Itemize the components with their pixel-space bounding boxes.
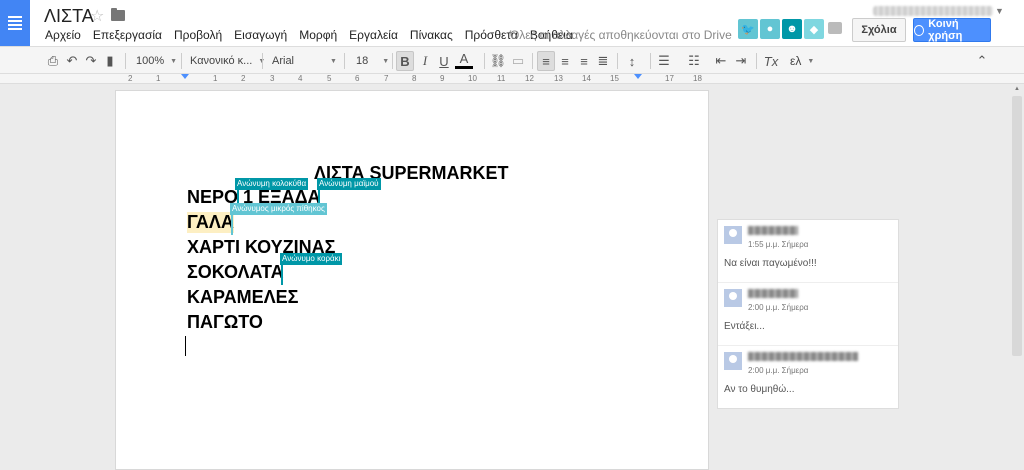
numbered-list-icon[interactable]: ☰ xyxy=(655,51,673,71)
comment-time: 1:55 μ.μ. Σήμερα xyxy=(748,240,809,249)
style-select[interactable]: Κανονικό κ...▼ xyxy=(190,51,265,71)
comments-button[interactable]: Σχόλια xyxy=(852,18,906,42)
align-left-icon[interactable]: ≡ xyxy=(537,51,555,71)
link-icon[interactable]: ⛓ xyxy=(489,51,507,71)
comment-thread[interactable]: 2:00 μ.μ. Σήμερα Εντάξει... xyxy=(718,283,898,346)
document-line[interactable]: ΓΑΛΑ xyxy=(187,212,234,233)
docs-home-icon[interactable] xyxy=(0,0,30,46)
chevron-down-icon[interactable]: ▼ xyxy=(995,6,1004,16)
comment-time: 2:00 μ.μ. Σήμερα xyxy=(748,303,809,312)
save-status[interactable]: Όλες οι αλλαγές αποθηκεύονται στο Drive xyxy=(510,28,732,42)
comment-author xyxy=(748,352,858,361)
menu-view[interactable]: Προβολή xyxy=(174,28,222,42)
avatar xyxy=(724,226,742,244)
comment-text: Να είναι παγωμένο!!! xyxy=(724,258,817,269)
top-bar: ΛΙΣΤΑ ☆ Αρχείο Επεξεργασία Προβολή Εισαγ… xyxy=(0,0,1024,46)
right-indent-marker[interactable] xyxy=(634,74,642,79)
undo-icon[interactable]: ↶ xyxy=(63,51,81,71)
document-line[interactable]: ΣΟΚΟΛΑΤΑ xyxy=(187,262,284,283)
document-line[interactable]: ΠΑΓΩΤΟ xyxy=(187,312,263,333)
decrease-indent-icon[interactable]: ⇤ xyxy=(712,51,730,71)
font-select[interactable]: Arial ▼ xyxy=(272,51,337,71)
collaborator-flag: Ανώνυμος μικρός πίθηκος xyxy=(230,203,327,215)
comment-icon[interactable]: ▭ xyxy=(509,51,527,71)
collaborator-flag: Ανώνυμο κοράκι xyxy=(280,253,343,265)
bulleted-list-icon[interactable]: ☷ xyxy=(685,51,703,71)
align-justify-icon[interactable]: ≣ xyxy=(594,51,612,71)
comment-author xyxy=(748,226,798,235)
underline-button[interactable]: U xyxy=(435,51,453,71)
align-right-icon[interactable]: ≡ xyxy=(575,51,593,71)
folder-icon[interactable] xyxy=(111,8,125,21)
chat-icon[interactable] xyxy=(828,22,842,34)
user-account[interactable] xyxy=(873,6,993,16)
collaborator-flag: Ανώνυμη μαϊμού xyxy=(317,178,381,190)
ruler[interactable]: 2 1 1 2 3 4 5 6 7 8 9 10 11 12 13 14 15 … xyxy=(0,74,1024,84)
input-tools-select[interactable]: ελ ▼ xyxy=(790,51,814,71)
menu-edit[interactable]: Επεξεργασία xyxy=(93,28,162,42)
bold-button[interactable]: B xyxy=(396,51,414,71)
menu-tools[interactable]: Εργαλεία xyxy=(349,28,398,42)
collaborator-cursor xyxy=(231,213,233,235)
text-color-button[interactable]: A xyxy=(455,51,473,69)
comments-panel: 1:55 μ.μ. Σήμερα Να είναι παγωμένο!!! 2:… xyxy=(717,219,899,409)
zoom-select[interactable]: 100% ▼ xyxy=(136,51,177,71)
menu-bar: Αρχείο Επεξεργασία Προβολή Εισαγωγή Μορφ… xyxy=(45,28,585,42)
comment-time: 2:00 μ.μ. Σήμερα xyxy=(748,366,809,375)
comment-thread[interactable]: 2:00 μ.μ. Σήμερα Αν το θυμηθώ... xyxy=(718,346,898,409)
star-icon[interactable]: ☆ xyxy=(90,6,104,26)
paint-format-icon[interactable]: ▮ xyxy=(101,51,119,71)
indent-marker[interactable] xyxy=(181,74,189,79)
document-title[interactable]: ΛΙΣΤΑ xyxy=(44,6,94,27)
scrollbar[interactable] xyxy=(1012,96,1022,356)
comment-text: Αν το θυμηθώ... xyxy=(724,384,795,395)
clear-formatting-icon[interactable]: Tx xyxy=(762,51,780,71)
align-center-icon[interactable]: ≡ xyxy=(556,51,574,71)
collaborator-avatars: 🐦 ● ☻ ◆ xyxy=(738,19,824,39)
share-label: Κοινή χρήση xyxy=(928,18,963,42)
bird-icon[interactable]: 🐦 xyxy=(738,19,758,39)
font-size-select[interactable]: 18 ▼ xyxy=(356,51,389,71)
collapse-menu-icon[interactable]: ⌃ xyxy=(973,51,991,71)
avatar xyxy=(724,352,742,370)
collaborator-flag: Ανώνυμη κολοκύθα xyxy=(235,178,309,190)
monkey-icon[interactable]: ☻ xyxy=(782,19,802,39)
redo-icon[interactable]: ↷ xyxy=(82,51,100,71)
increase-indent-icon[interactable]: ⇥ xyxy=(732,51,750,71)
avatar xyxy=(724,289,742,307)
document-line[interactable]: ΚΑΡΑΜΕΛΕΣ xyxy=(187,287,298,308)
dolphin-icon[interactable]: ● xyxy=(760,19,780,39)
menu-table[interactable]: Πίνακας xyxy=(410,28,453,42)
text-cursor xyxy=(185,336,186,356)
menu-file[interactable]: Αρχείο xyxy=(45,28,81,42)
comment-thread[interactable]: 1:55 μ.μ. Σήμερα Να είναι παγωμένο!!! xyxy=(718,220,898,283)
toolbar: ⎙ ↶ ↷ ▮ 100%▼ Κανονικό κ...▼ Arial▼ 18▼ … xyxy=(0,46,1024,74)
menu-format[interactable]: Μορφή xyxy=(299,28,337,42)
print-icon[interactable]: ⎙ xyxy=(44,51,62,71)
comment-text: Εντάξει... xyxy=(724,321,765,332)
scroll-up-icon[interactable]: ▲ xyxy=(1014,86,1020,92)
collaborator-cursor xyxy=(281,263,283,285)
comment-author xyxy=(748,289,798,298)
globe-icon xyxy=(914,24,925,36)
share-button[interactable]: Κοινή χρήση xyxy=(913,18,991,42)
squirrel-icon[interactable]: ◆ xyxy=(804,19,824,39)
italic-button[interactable]: I xyxy=(416,51,434,71)
menu-insert[interactable]: Εισαγωγή xyxy=(234,28,287,42)
line-spacing-icon[interactable]: ↕ xyxy=(623,51,641,71)
